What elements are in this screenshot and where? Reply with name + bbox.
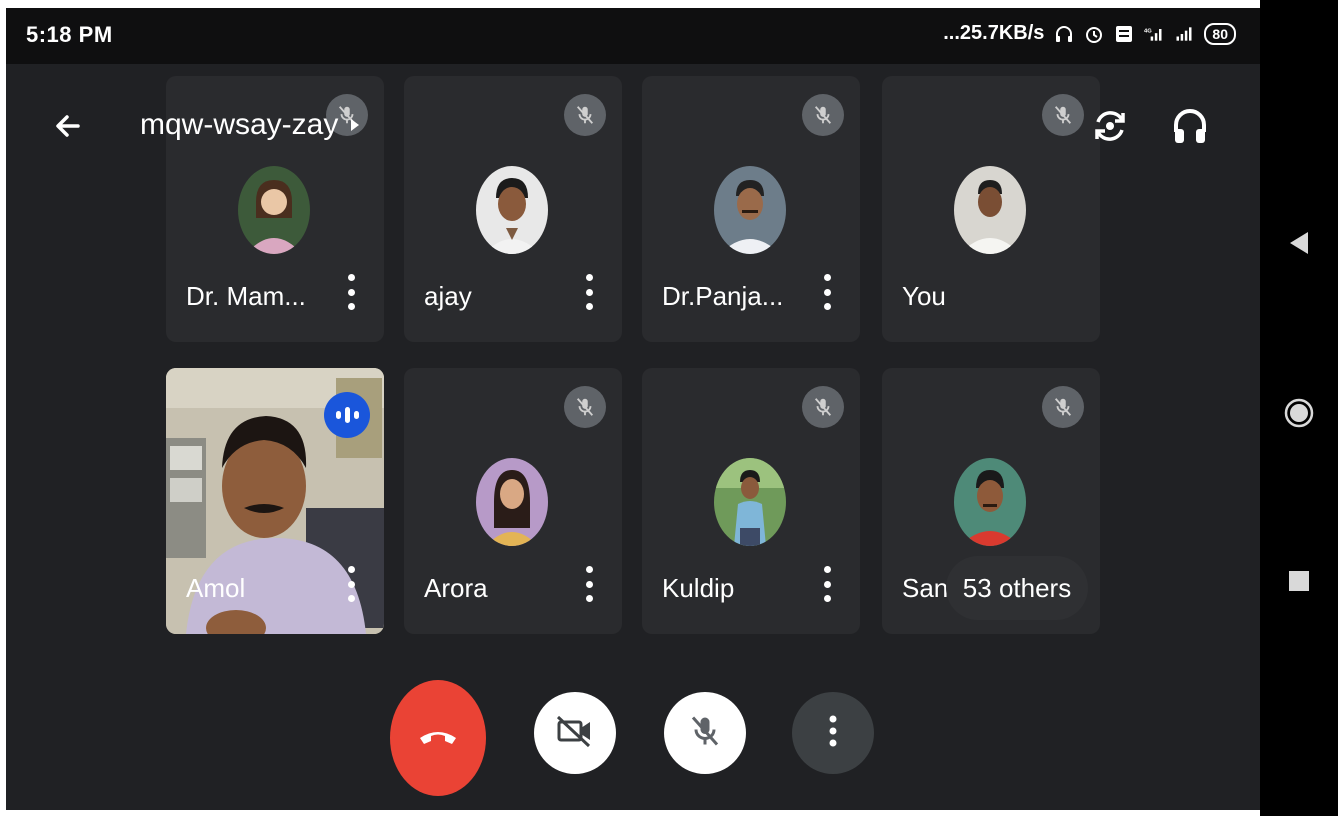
participant-name: ajay (424, 281, 472, 311)
nav-home-icon[interactable] (1284, 398, 1314, 428)
speaking-indicator-icon (324, 392, 370, 438)
participant-name: Dr. Mam... (186, 281, 306, 311)
chevron-right-icon (348, 108, 362, 142)
camera-off-icon (555, 714, 595, 753)
signal-4g-icon: 4G (1144, 24, 1164, 44)
more-vert-icon[interactable] (822, 274, 832, 310)
participant-video-tile[interactable]: Amol (166, 368, 384, 634)
back-arrow-icon[interactable] (46, 104, 90, 148)
status-bar: 5:18 PM ...25.7KB/s 4G 80 (6, 8, 1260, 64)
more-vert-icon[interactable] (346, 566, 356, 602)
call-header: mqw-wsay-zay (6, 64, 1260, 184)
more-vert-icon[interactable] (584, 566, 594, 602)
svg-text:4G: 4G (1144, 28, 1152, 34)
mic-off-icon (687, 712, 723, 755)
more-options-button[interactable] (792, 692, 874, 774)
end-call-button[interactable] (390, 680, 486, 796)
participant-tile[interactable]: Arora (404, 368, 622, 634)
status-time: 5:18 PM (26, 22, 113, 47)
more-vert-icon[interactable] (822, 566, 832, 602)
nav-back-icon[interactable] (1284, 228, 1314, 258)
meeting-code: mqw-wsay-zay (140, 108, 339, 141)
signal-icon (1174, 24, 1194, 44)
mic-off-icon (802, 386, 844, 428)
participant-name: Kuldip (662, 573, 735, 603)
mic-toggle-button[interactable] (664, 692, 746, 774)
headphones-icon[interactable] (1166, 102, 1214, 150)
end-call-icon (416, 724, 460, 753)
camera-toggle-button[interactable] (534, 692, 616, 774)
headphones-status-icon (1054, 24, 1074, 44)
more-options-icon (828, 714, 838, 753)
battery-indicator: 80 (1204, 22, 1236, 45)
meet-screen: 5:18 PM ...25.7KB/s 4G 80 Dr. Mam... aja… (6, 8, 1260, 810)
system-nav-bar (1260, 0, 1338, 816)
participant-name: Arora (424, 573, 488, 603)
participant-tile[interactable]: Kuldip (642, 368, 860, 634)
more-vert-icon[interactable] (346, 274, 356, 310)
meeting-code-button[interactable]: mqw-wsay-zay (140, 108, 362, 142)
switch-camera-icon[interactable] (1086, 102, 1134, 150)
status-icons: ...25.7KB/s 4G 80 (943, 22, 1236, 45)
call-controls (6, 680, 1260, 796)
participant-name: San (902, 573, 949, 603)
avatar (954, 458, 1026, 546)
participant-name: Amol (186, 573, 246, 603)
avatar (476, 458, 548, 546)
network-speed: ...25.7KB/s (943, 22, 1045, 44)
avatar (714, 458, 786, 546)
more-vert-icon[interactable] (584, 274, 594, 310)
nav-recents-icon[interactable] (1284, 566, 1314, 596)
participant-name: Dr.Panja... (662, 281, 784, 311)
alarm-icon (1084, 24, 1104, 44)
participant-name: You (902, 281, 946, 311)
mic-off-icon (1042, 386, 1084, 428)
others-count-badge[interactable]: 53 others (946, 556, 1088, 620)
mic-off-icon (564, 386, 606, 428)
volte-icon (1114, 24, 1134, 44)
